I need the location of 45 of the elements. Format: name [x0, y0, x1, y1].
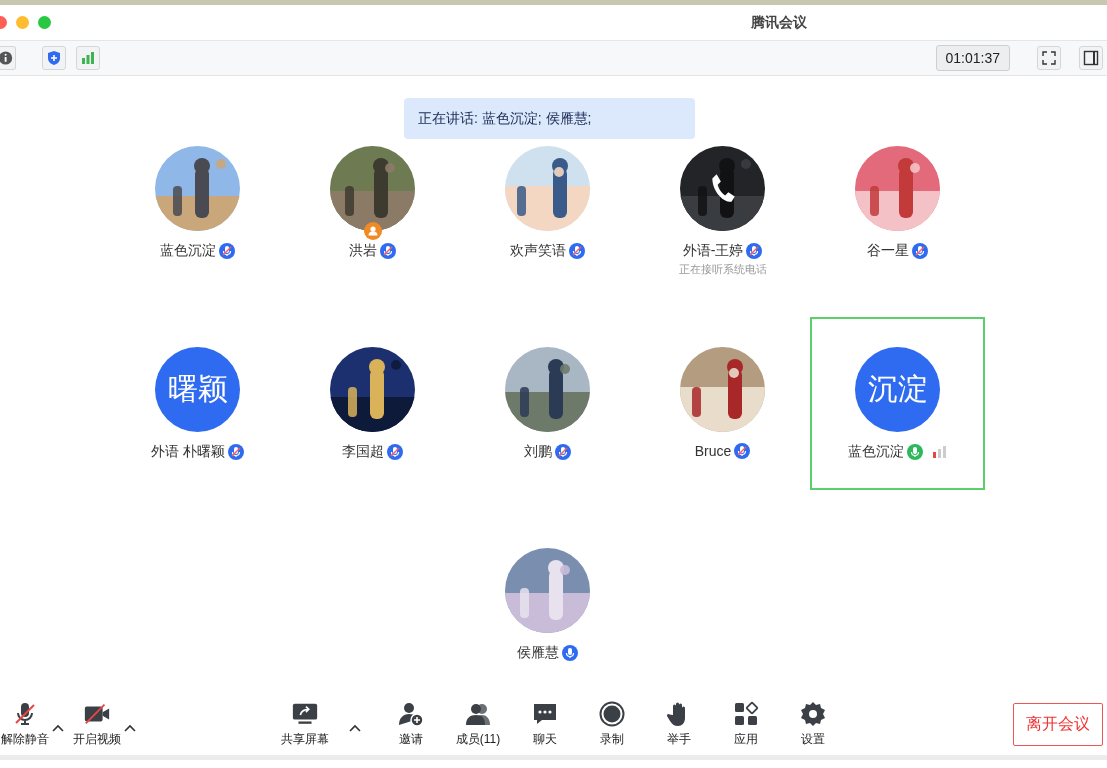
shield-icon	[46, 50, 62, 66]
info-button[interactable]	[0, 46, 16, 70]
record-icon	[598, 700, 626, 727]
toolbar-button[interactable]: 解除静音	[0, 700, 50, 748]
toolbar-button[interactable]: 邀请	[386, 700, 436, 748]
leave-meeting-button[interactable]: 离开会议	[1013, 702, 1103, 746]
toolbar-button[interactable]: 共享屏幕	[280, 700, 330, 748]
participant-name: 侯雁慧	[517, 644, 559, 662]
caret-icon[interactable]	[349, 723, 361, 732]
toolbar-button[interactable]: 录制	[587, 700, 637, 748]
toolbar-button[interactable]: 设置	[788, 700, 838, 748]
participant-status: 正在接听系统电话	[678, 262, 767, 277]
sidebar-toggle-button[interactable]	[1079, 46, 1103, 70]
apps-icon	[732, 700, 760, 727]
info-icon	[0, 50, 15, 66]
participant-name: 蓝色沉淀	[160, 242, 216, 260]
add-person-icon	[397, 700, 425, 727]
window-title: 腾讯会议	[750, 13, 807, 30]
security-button[interactable]	[42, 46, 66, 70]
participant-name: 外语-王婷	[682, 242, 744, 260]
speaking-banner: 正在讲话: 蓝色沉淀; 侯雁慧;	[404, 98, 695, 139]
toolbar-button[interactable]: 成员(11)	[453, 700, 503, 748]
toolbar-button[interactable]: 聊天	[520, 700, 570, 748]
avatar: 沉淀	[855, 347, 940, 432]
signal-icon	[80, 50, 96, 66]
toolbar-button[interactable]: 应用	[721, 700, 771, 748]
meeting-timer: 01:01:37	[935, 45, 1010, 71]
settings-icon	[799, 700, 827, 727]
participant-name: 谷一星	[867, 242, 909, 260]
toolbar-button[interactable]: 举手	[654, 700, 704, 748]
participant-name: 外语 朴曙颖	[151, 443, 225, 461]
participant-name: 刘鹏	[524, 443, 552, 461]
caret-icon[interactable]	[124, 723, 136, 732]
participant-name: 蓝色沉淀	[847, 443, 904, 461]
participant-name: 欢声笑语	[510, 242, 566, 260]
fullscreen-icon	[1041, 50, 1057, 66]
avatar: 曙颖	[155, 347, 240, 432]
caret-icon[interactable]	[52, 723, 64, 732]
participant-name: Bruce	[694, 443, 732, 459]
participant-name: 李国超	[342, 443, 384, 461]
participant-name: 洪岩	[349, 242, 377, 260]
sidebar-icon	[1083, 50, 1099, 66]
signal-icon	[931, 446, 948, 458]
fullscreen-button[interactable]	[1037, 46, 1061, 70]
toolbar-button[interactable]: 开启视频	[72, 700, 122, 748]
